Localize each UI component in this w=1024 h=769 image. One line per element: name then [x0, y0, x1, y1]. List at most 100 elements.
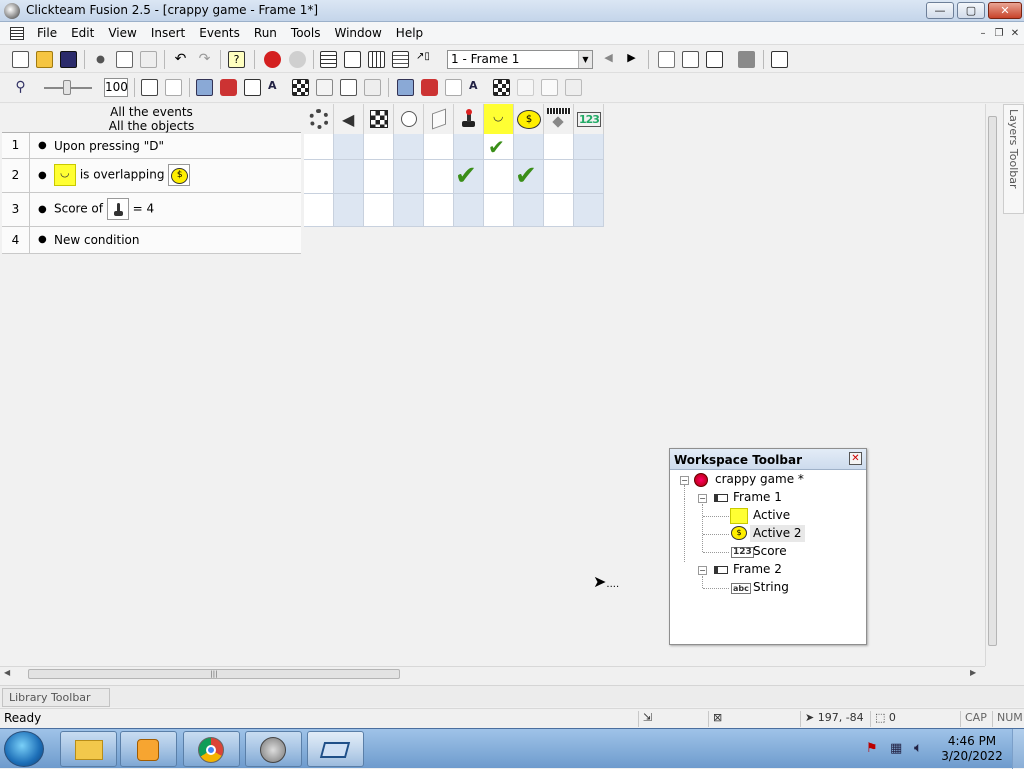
- highlight-group-icon[interactable]: [493, 79, 510, 96]
- collapse-icon[interactable]: −: [698, 566, 707, 575]
- frame-selector[interactable]: 1 - Frame 1 ▼: [447, 50, 593, 69]
- grid-cell[interactable]: [454, 194, 484, 227]
- checkered-icon[interactable]: [292, 79, 309, 96]
- condition-overlap[interactable]: is overlapping: [54, 164, 191, 186]
- menu-run[interactable]: Run: [247, 22, 284, 44]
- highlight-bookmark-icon[interactable]: [517, 79, 534, 96]
- taskbar-media-player[interactable]: [120, 731, 177, 767]
- grid-cell[interactable]: [394, 194, 424, 227]
- grid-toggle-icon[interactable]: [364, 79, 381, 96]
- back-arrow-icon[interactable]: [264, 51, 281, 68]
- grid-cell[interactable]: [574, 134, 604, 160]
- grid-cell[interactable]: [334, 160, 364, 194]
- taskbar-clickteam[interactable]: [245, 731, 302, 767]
- event-row-4[interactable]: 4 ● New condition: [2, 227, 301, 254]
- highlight-text-icon[interactable]: A: [469, 79, 486, 96]
- grid-cell[interactable]: [574, 160, 604, 194]
- event-row-1[interactable]: 1 ● Upon pressing "D": [2, 133, 301, 159]
- string-object-icon[interactable]: [544, 104, 574, 134]
- workspace-toolbar-title[interactable]: Workspace Toolbar ✕: [670, 449, 866, 470]
- magnifier-icon[interactable]: ⚲: [12, 79, 29, 96]
- sound-icon[interactable]: ◀: [334, 104, 364, 134]
- previous-frame-icon[interactable]: ◀: [600, 51, 617, 68]
- bookmark-icon[interactable]: [316, 79, 333, 96]
- mdi-restore-button[interactable]: ❐: [992, 28, 1006, 40]
- copy-icon[interactable]: [116, 51, 133, 68]
- grid-cell[interactable]: [364, 194, 394, 227]
- next-frame-icon[interactable]: ▶: [623, 51, 640, 68]
- timer-icon[interactable]: [394, 104, 424, 134]
- vertical-scrollbar[interactable]: [985, 104, 999, 666]
- taskbar-explorer[interactable]: [60, 731, 117, 767]
- library-toolbar-tab[interactable]: Library Toolbar: [2, 688, 110, 707]
- highlight-icon[interactable]: [397, 79, 414, 96]
- grid-cell[interactable]: [544, 194, 574, 227]
- mdi-close-button[interactable]: ✕: [1008, 28, 1022, 40]
- run-application-icon[interactable]: [658, 51, 675, 68]
- grid-cell[interactable]: [514, 194, 544, 227]
- grid-cell[interactable]: [424, 194, 454, 227]
- grid-cell[interactable]: [484, 194, 514, 227]
- player-joystick-icon[interactable]: [454, 104, 484, 134]
- create-objects-icon[interactable]: [424, 104, 454, 134]
- new-condition-text[interactable]: New condition: [54, 233, 139, 247]
- run-project-icon[interactable]: [706, 51, 723, 68]
- cut-icon[interactable]: [92, 51, 109, 68]
- taskbar-chrome[interactable]: [183, 731, 240, 767]
- build-icon[interactable]: [771, 51, 788, 68]
- grid-cell[interactable]: [574, 194, 604, 227]
- storyboard-controls-icon[interactable]: [364, 104, 394, 134]
- grid-cell[interactable]: [394, 134, 424, 160]
- grid-cell[interactable]: [544, 160, 574, 194]
- chevron-down-icon[interactable]: ▼: [578, 51, 592, 68]
- menu-help[interactable]: Help: [389, 22, 430, 44]
- show-desktop-button[interactable]: [1012, 729, 1024, 769]
- taskbar-active-window[interactable]: [307, 731, 364, 767]
- grid-cell[interactable]: [304, 160, 334, 194]
- stop-icon[interactable]: [738, 51, 755, 68]
- open-folder-icon[interactable]: [36, 51, 53, 68]
- help-icon[interactable]: ?: [228, 51, 245, 68]
- menu-events[interactable]: Events: [192, 22, 247, 44]
- run-frame-icon[interactable]: [682, 51, 699, 68]
- grid-cell[interactable]: [334, 194, 364, 227]
- grid-cell[interactable]: [454, 134, 484, 160]
- event-list-editor-icon[interactable]: [392, 51, 409, 68]
- grid-cell[interactable]: [304, 134, 334, 160]
- active-object-icon[interactable]: ◡: [484, 104, 514, 134]
- event-editor-icon[interactable]: [368, 51, 385, 68]
- tree-item-frame2[interactable]: Frame 2: [733, 561, 782, 578]
- new-file-icon[interactable]: [12, 51, 29, 68]
- data-elements-icon[interactable]: ↗▯: [416, 51, 433, 68]
- scroll-left-icon[interactable]: ◀: [4, 668, 10, 677]
- checkmark-icon[interactable]: ✔: [488, 135, 505, 159]
- grid-cell[interactable]: [424, 160, 454, 194]
- save-icon[interactable]: [60, 51, 77, 68]
- network-icon[interactable]: ▦: [890, 741, 902, 756]
- remove-filter-icon[interactable]: [220, 79, 237, 96]
- highlight-grid-icon[interactable]: [565, 79, 582, 96]
- frame-editor-icon[interactable]: [344, 51, 361, 68]
- maximize-button[interactable]: ▢: [957, 2, 985, 19]
- event-row-2[interactable]: 2 ● is overlapping: [2, 159, 301, 193]
- forward-arrow-icon[interactable]: [289, 51, 306, 68]
- tree-item-active2[interactable]: Active 2: [750, 525, 805, 542]
- find-icon[interactable]: [340, 79, 357, 96]
- menu-window[interactable]: Window: [327, 22, 388, 44]
- grid-cell[interactable]: [364, 160, 394, 194]
- tree-item-app[interactable]: crappy game *: [715, 471, 804, 488]
- tree-item-frame1[interactable]: Frame 1: [733, 489, 782, 506]
- paste-icon[interactable]: [140, 51, 157, 68]
- special-conditions-icon[interactable]: [304, 104, 334, 134]
- zoom-input[interactable]: 100: [104, 78, 128, 97]
- menu-insert[interactable]: Insert: [144, 22, 192, 44]
- object-filter-icon[interactable]: [244, 79, 261, 96]
- menu-file[interactable]: File: [30, 22, 64, 44]
- collapse-icon[interactable]: −: [698, 494, 707, 503]
- condition-score[interactable]: Score of = 4: [54, 198, 154, 220]
- checkmark-icon[interactable]: ✔: [455, 161, 477, 191]
- horizontal-scroll-thumb[interactable]: |||: [28, 669, 400, 679]
- layers-toolbar-tab[interactable]: Layers Toolbar: [1003, 104, 1024, 214]
- start-button[interactable]: [4, 731, 44, 767]
- horizontal-scrollbar[interactable]: ◀ ||| ▶: [0, 666, 985, 680]
